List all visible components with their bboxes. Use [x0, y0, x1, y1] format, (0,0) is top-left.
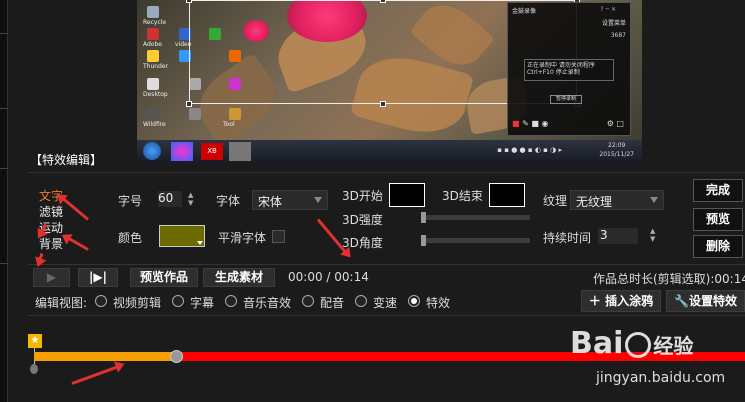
- playhead-handle[interactable]: [30, 364, 38, 374]
- font-size-spinner[interactable]: ▲ ▼: [188, 191, 196, 207]
- star-marker-icon[interactable]: ★: [28, 334, 42, 348]
- view-mode-label: 编辑视图:: [35, 296, 88, 310]
- effect-track-selected[interactable]: [34, 352, 176, 361]
- section-title: 【特效编辑】: [30, 153, 103, 167]
- taskbar-app-icon: [171, 142, 193, 161]
- total-duration: 作品总时长(剪辑选取):00:14: [593, 272, 745, 286]
- duration-input[interactable]: 3: [598, 228, 638, 244]
- texture-label: 纹理: [543, 194, 568, 208]
- view-mode-bar: 编辑视图: 视频剪辑 字幕 音乐音效 配音 变速 特效 ＋ 插入涂鸦 🔧设置特效: [28, 290, 745, 315]
- smooth-font-checkbox[interactable]: [272, 230, 285, 243]
- play-button[interactable]: ▶: [33, 268, 70, 287]
- 3d-end-label: 3D结束: [442, 189, 483, 203]
- font-size-input[interactable]: 60: [158, 191, 182, 207]
- radio-voiceover[interactable]: [302, 295, 314, 307]
- left-edge-bar: [0, 0, 8, 402]
- preview-work-button[interactable]: 预览作品: [130, 268, 198, 287]
- radio-subtitle[interactable]: [172, 295, 184, 307]
- duration-spinner[interactable]: ▲ ▼: [650, 227, 658, 243]
- radio-video-clip[interactable]: [95, 295, 107, 307]
- slider-knob[interactable]: [421, 235, 426, 246]
- smooth-font-label: 平滑字体: [218, 231, 267, 245]
- preview-button[interactable]: 预览: [693, 208, 743, 231]
- radio-speed[interactable]: [355, 295, 367, 307]
- texture-select[interactable]: 无纹理: [570, 190, 664, 210]
- radio-music[interactable]: [225, 295, 237, 307]
- step-forward-button[interactable]: |▶|: [78, 268, 118, 287]
- 3d-angle-slider[interactable]: [421, 235, 530, 246]
- 3d-end-color[interactable]: [489, 183, 525, 207]
- track-split-handle[interactable]: [170, 350, 183, 363]
- insert-doodle-button[interactable]: ＋ 插入涂鸦: [581, 290, 661, 312]
- effect-edit-panel: 文字 滤镜 运动 背景 字号 60 ▲ ▼ 字体 宋体 颜色 平滑字体 3D开始 …: [28, 172, 745, 264]
- category-filter[interactable]: 滤镜: [39, 203, 63, 220]
- 3d-strength-slider[interactable]: [421, 212, 530, 223]
- finish-button[interactable]: 完成: [693, 179, 743, 202]
- plus-icon: ＋: [588, 294, 601, 308]
- taskbar-clock: 22:09 2015/11/27: [599, 142, 634, 158]
- font-label: 字体: [216, 194, 241, 208]
- font-size-label: 字号: [118, 194, 143, 208]
- start-button-icon: [143, 142, 161, 160]
- playback-toolbar: ▶ |▶| 预览作品 生成素材 00:00 / 00:14 作品总时长(剪辑选取…: [28, 264, 745, 290]
- time-display: 00:00 / 00:14: [288, 270, 369, 284]
- chevron-down-icon: [314, 197, 322, 203]
- recorder-window: 金鼓录像 ? ─ ✕ 设置菜单 3687 正在录制中 请勿关闭程序 Ctrl+F…: [507, 2, 631, 136]
- paw-icon: [625, 331, 652, 358]
- color-picker[interactable]: [159, 225, 205, 247]
- chevron-down-icon: [650, 197, 658, 203]
- watermark-url: jingyan.baidu.com: [596, 370, 726, 386]
- effect-settings-button[interactable]: 🔧设置特效: [666, 290, 745, 312]
- color-label: 颜色: [118, 231, 143, 245]
- slider-knob[interactable]: [421, 212, 426, 223]
- chevron-down-icon: [197, 241, 203, 245]
- baidu-logo: Bai 经验: [570, 326, 694, 361]
- windows-taskbar: XB ▪ ▪ ● ● ▪ ◐ ▪ ◑ ▸ 22:09 2015/11/27: [137, 140, 642, 163]
- duration-label: 持续时间: [543, 231, 592, 245]
- 3d-strength-label: 3D强度: [342, 213, 383, 227]
- generate-material-button[interactable]: 生成素材: [203, 268, 275, 287]
- wrench-icon: 🔧: [674, 294, 689, 308]
- radio-effects[interactable]: [408, 295, 420, 307]
- font-select[interactable]: 宋体: [252, 190, 328, 210]
- delete-button[interactable]: 删除: [693, 235, 743, 258]
- taskbar-app-icon: [229, 142, 251, 161]
- 3d-start-color[interactable]: [389, 183, 425, 207]
- taskbar-app-icon: XB: [201, 143, 223, 160]
- video-preview[interactable]: Recycle Adobe video Thunder Desktop Wild…: [137, 0, 642, 163]
- 3d-start-label: 3D开始: [342, 189, 383, 203]
